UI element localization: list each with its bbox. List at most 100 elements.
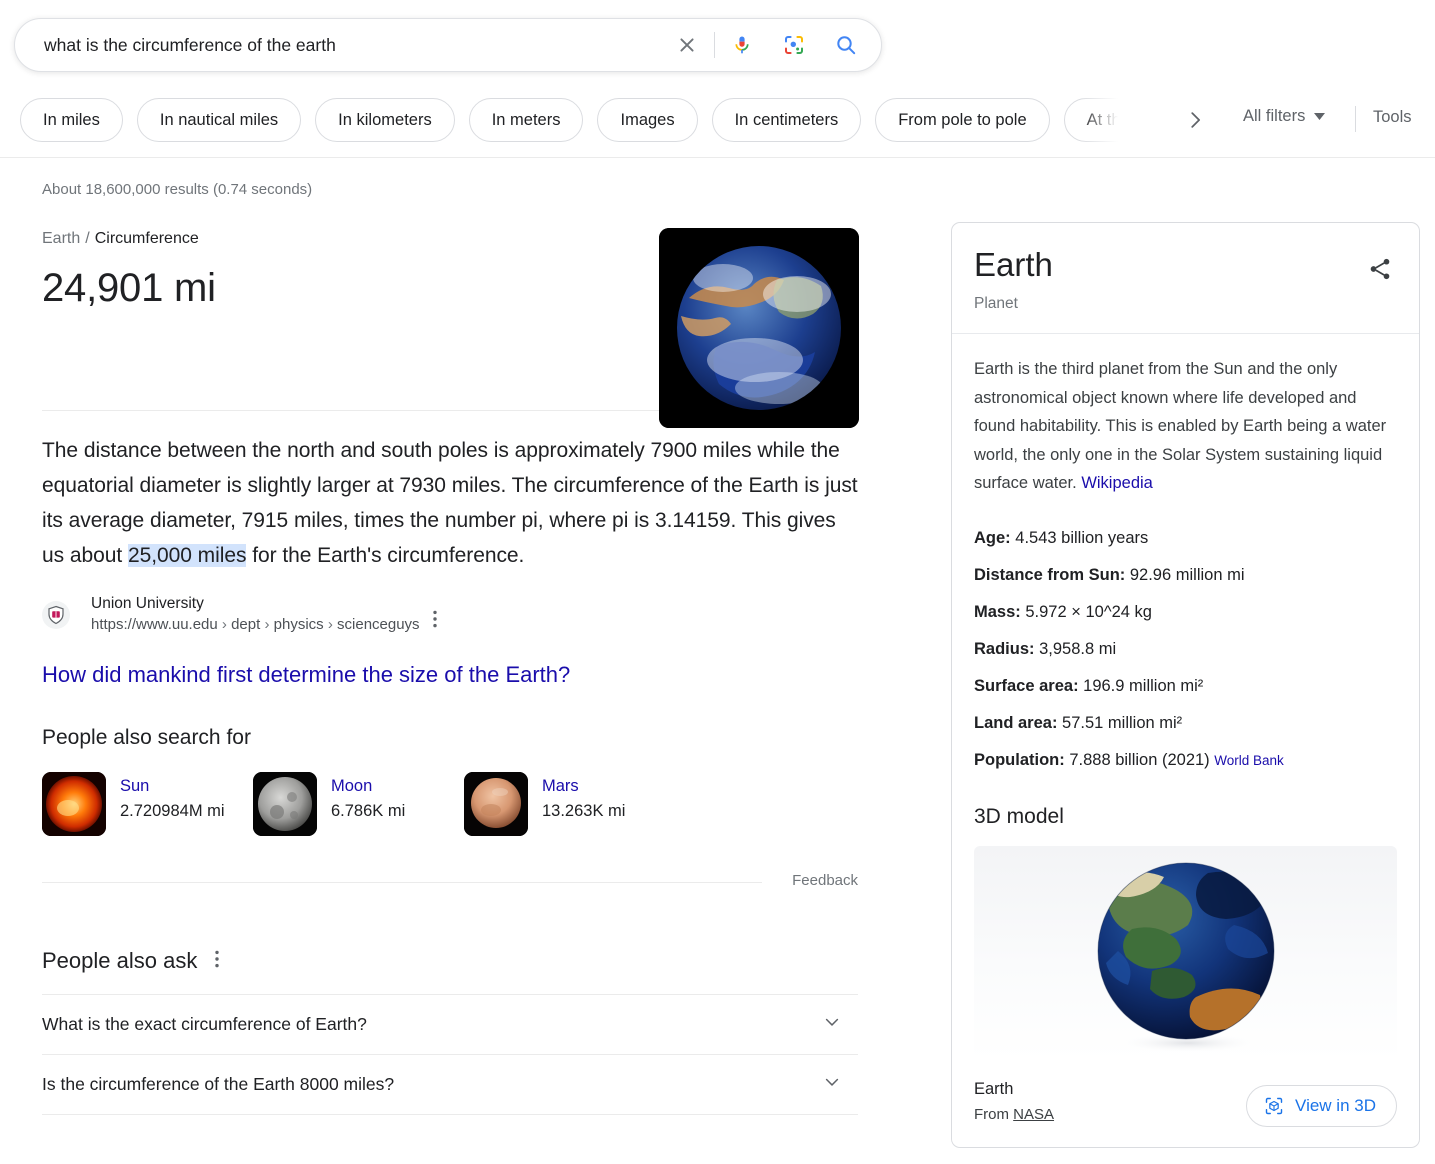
pasf-name[interactable]: Mars [542, 774, 625, 798]
snippet-source-row[interactable]: Union University https://www.uu.edu › de… [42, 594, 858, 636]
people-also-ask-header: People also ask [42, 948, 858, 974]
search-bar-actions [674, 19, 881, 71]
mars-thumbnail [464, 772, 528, 836]
pasf-value: 13.263K mi [542, 802, 626, 820]
chevron-right-icon [1191, 112, 1200, 128]
fact-distance-from-sun: Distance from Sun: 92.96 million mi [974, 557, 1397, 594]
share-icon [1370, 258, 1390, 280]
filter-chip-in-miles[interactable]: In miles [20, 98, 123, 142]
3d-model-caption: Earth From NASA [974, 1076, 1054, 1127]
chip-label: In miles [43, 110, 100, 129]
3d-model-viewer[interactable] [974, 845, 1397, 1061]
chip-label: In kilometers [338, 110, 432, 129]
people-also-search-for-list: Sun 2.720984M mi Moon 6.786K mi Mars 13.… [42, 772, 858, 836]
paa-question-2[interactable]: Is the circumference of the Earth 8000 m… [42, 1054, 858, 1114]
pasf-text: Sun 2.720984M mi [120, 772, 225, 824]
search-divider [714, 32, 715, 58]
paa-question-text: What is the exact circumference of Earth… [42, 1014, 367, 1034]
close-icon [680, 38, 694, 52]
share-button[interactable] [1367, 256, 1393, 287]
pasf-text: Moon 6.786K mi [331, 772, 405, 824]
all-filters-button[interactable]: All filters [1243, 107, 1326, 126]
filter-chip-at-the-equator[interactable]: At the equator [1063, 98, 1120, 142]
fact-value: 196.9 million mi² [1083, 676, 1204, 695]
voice-search-button[interactable] [729, 32, 755, 58]
all-filters-label: All filters [1243, 107, 1306, 125]
fact-value: 7.888 billion (2021) [1069, 750, 1210, 769]
feedback-divider [42, 882, 762, 883]
fact-label: Mass: [974, 602, 1021, 621]
pasf-item-moon[interactable]: Moon 6.786K mi [253, 772, 464, 836]
union-university-favicon [42, 601, 70, 629]
fact-value: 3,958.8 mi [1039, 639, 1117, 658]
fact-label: Radius: [974, 639, 1035, 658]
mars-image [464, 772, 528, 836]
search-input[interactable] [15, 30, 674, 60]
sun-image [42, 772, 106, 836]
paa-question-1[interactable]: What is the exact circumference of Earth… [42, 994, 858, 1054]
source-text: Union University https://www.uu.edu › de… [91, 594, 420, 636]
filter-chip-in-kilometers[interactable]: In kilometers [315, 98, 455, 142]
toolbar-divider [1355, 106, 1356, 132]
feedback-row: Feedback [42, 872, 858, 894]
moon-image [253, 772, 317, 836]
knowledge-panel: Earth Planet Earth is the third planet f… [951, 222, 1420, 1148]
fact-value: 5.972 × 10^24 kg [1025, 602, 1152, 621]
search-header: In miles In nautical miles In kilometers… [0, 0, 1435, 158]
fact-age: Age: 4.543 billion years [974, 520, 1397, 557]
tools-label: Tools [1373, 108, 1412, 126]
snippet-part-2: for the Earth's circumference. [246, 544, 525, 567]
filter-chip-in-nautical-miles[interactable]: In nautical miles [136, 98, 302, 142]
wikipedia-link[interactable]: Wikipedia [1081, 474, 1153, 492]
lens-search-button[interactable] [781, 32, 807, 58]
filter-chip-in-meters[interactable]: In meters [468, 98, 584, 142]
filter-chip-from-pole-to-pole[interactable]: From pole to pole [875, 98, 1050, 142]
caret-down-icon [1314, 113, 1326, 120]
filter-chip-row: In miles In nautical miles In kilometers… [0, 96, 1435, 144]
view-in-3d-button[interactable]: View in 3D [1246, 1084, 1397, 1127]
tools-button[interactable]: Tools [1373, 108, 1412, 127]
clear-search-button[interactable] [674, 32, 700, 58]
ar-cube-icon [1265, 1097, 1283, 1114]
nasa-link[interactable]: NASA [1013, 1106, 1054, 1123]
scroll-chips-next-button[interactable] [1180, 105, 1210, 135]
breadcrumb-entity[interactable]: Earth [42, 230, 80, 247]
description-text: Earth is the third planet from the Sun a… [974, 360, 1387, 492]
people-also-ask-list: What is the exact circumference of Earth… [42, 994, 858, 1115]
chevron-down-icon [825, 1078, 839, 1086]
source-domain: https://www.uu.edu [91, 616, 218, 633]
search-bar[interactable] [14, 18, 882, 72]
fact-land-area: Land area: 57.51 million mi² [974, 705, 1397, 742]
paa-expand-button[interactable] [822, 1012, 858, 1037]
source-more-options-button[interactable] [432, 610, 437, 636]
pasf-item-sun[interactable]: Sun 2.720984M mi [42, 772, 253, 836]
featured-snippet-thumbnail[interactable] [659, 228, 859, 428]
shield-book-icon [48, 605, 64, 625]
fact-surface-area: Surface area: 196.9 million mi² [974, 668, 1397, 705]
filter-chip-in-centimeters[interactable]: In centimeters [711, 98, 862, 142]
feedback-button[interactable]: Feedback [792, 872, 858, 889]
related-question-link[interactable]: How did mankind first determine the size… [42, 661, 858, 689]
source-path-1: dept [231, 616, 261, 633]
fact-value: 92.96 million mi [1129, 565, 1245, 584]
fact-label: Population: [974, 750, 1065, 769]
pasf-value: 2.720984M mi [120, 802, 225, 820]
paa-expand-button[interactable] [822, 1072, 858, 1097]
more-options-icon [432, 610, 437, 628]
pasf-item-mars[interactable]: Mars 13.263K mi [464, 772, 675, 836]
chip-label: In centimeters [734, 110, 839, 129]
chip-label: Images [620, 110, 675, 129]
pasf-value: 6.786K mi [331, 802, 406, 820]
filter-chip-images[interactable]: Images [597, 98, 698, 142]
fact-label: Distance from Sun: [974, 565, 1126, 584]
fact-value: 4.543 billion years [1015, 528, 1149, 547]
pasf-name[interactable]: Moon [331, 774, 405, 798]
pasf-name[interactable]: Sun [120, 774, 225, 798]
paa-more-options-button[interactable] [215, 950, 220, 973]
fact-source-link[interactable]: World Bank [1214, 753, 1284, 768]
knowledge-panel-facts: Age: 4.543 billion years Distance from S… [974, 520, 1397, 779]
search-submit-button[interactable] [833, 32, 859, 58]
breadcrumb-separator: / [85, 230, 90, 247]
earth-photo [659, 228, 859, 428]
filter-chips-scroller[interactable]: In miles In nautical miles In kilometers… [0, 96, 1120, 144]
